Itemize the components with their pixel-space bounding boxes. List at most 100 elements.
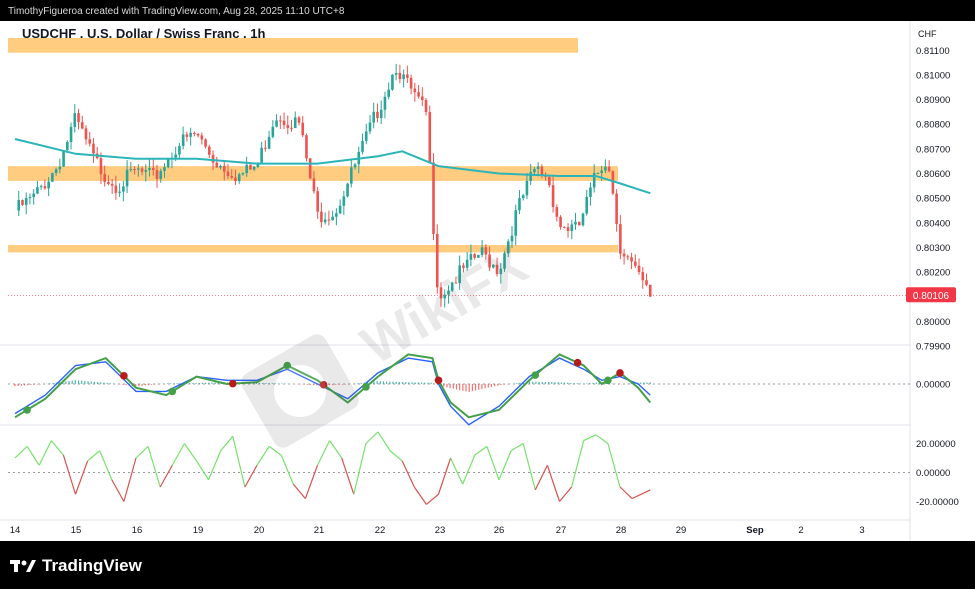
bull-cross-marker	[604, 376, 612, 385]
watermark-text: WikiFX	[352, 235, 537, 377]
oscillator-segment	[256, 446, 270, 466]
candle	[252, 166, 256, 170]
candle	[398, 72, 402, 80]
candle	[204, 139, 207, 147]
candle	[533, 168, 536, 173]
price-tick-label: 0.80900	[916, 95, 950, 106]
candle	[163, 167, 166, 172]
price-tick-label: 0.80800	[916, 120, 950, 131]
candle	[559, 216, 562, 228]
x-tick-label: 3	[859, 525, 864, 536]
tradingview-logo-icon	[10, 560, 36, 572]
price-tick-label: 0.80000	[916, 317, 950, 328]
candle	[196, 134, 200, 136]
candle	[316, 191, 319, 212]
candle	[275, 120, 278, 127]
macd-pane: 0.00000	[8, 353, 950, 426]
osc-tick-label: 20.00000	[916, 439, 956, 450]
osc-tick-label: -20.00000	[916, 497, 959, 508]
candle	[264, 147, 267, 149]
candle	[641, 272, 645, 281]
candle	[376, 111, 379, 119]
candle	[159, 171, 163, 179]
oscillator-segment	[99, 450, 113, 480]
oscillator-segment	[595, 434, 609, 444]
candle	[364, 131, 368, 141]
oscillator-segment	[571, 440, 585, 488]
chart-title: USDCHF . U.S. Dollar / Swiss Franc . 1h	[22, 26, 266, 41]
candle	[346, 183, 349, 197]
price-tick-label: 0.79900	[916, 342, 950, 353]
oscillator-segment	[220, 435, 234, 452]
candle	[428, 112, 432, 163]
candle	[28, 197, 32, 199]
candle	[566, 227, 570, 232]
candle	[525, 180, 529, 196]
x-tick-label: 14	[10, 525, 21, 536]
candle	[540, 166, 544, 175]
x-tick-label: Sep	[746, 525, 764, 536]
price-tick-label: 0.80400	[916, 218, 950, 229]
candle	[402, 74, 405, 80]
candle	[178, 145, 181, 155]
candle	[267, 136, 271, 149]
candle	[413, 88, 417, 93]
candle	[122, 186, 125, 192]
candle	[73, 113, 77, 127]
oscillator-segment	[341, 457, 355, 495]
candle	[555, 207, 559, 217]
oscillator-segment	[268, 445, 282, 456]
candle	[383, 96, 387, 110]
candle	[189, 132, 192, 137]
candle	[208, 146, 211, 155]
candle	[193, 132, 196, 135]
bull-cross-marker	[23, 406, 31, 414]
candle	[241, 173, 245, 175]
candle	[137, 168, 140, 170]
x-tick-label: 21	[314, 525, 325, 536]
candle	[103, 174, 106, 182]
price-tick-label: 0.80200	[916, 268, 950, 279]
oscillator-segment	[26, 446, 40, 466]
chart-area[interactable]: 0.00000 20.00000 0.00000 -20.00000 WikiFX …	[0, 21, 975, 541]
oscillator-segment	[74, 460, 89, 495]
tradingview-brand[interactable]: TradingView	[10, 556, 142, 576]
candle	[226, 171, 230, 177]
bear-cross-marker	[229, 379, 237, 388]
candle	[286, 125, 290, 128]
candle	[577, 221, 581, 226]
candle	[432, 162, 435, 234]
resistance-zones	[8, 37, 618, 253]
candle	[155, 170, 159, 179]
price-tick-label: 0.80600	[916, 169, 950, 180]
candle	[305, 135, 308, 159]
oscillator-segment	[280, 454, 294, 485]
chart-svg[interactable]: 0.00000 20.000000.00000-20.00000 WikiFX …	[0, 21, 975, 541]
oscillator-segment	[87, 450, 101, 462]
oscillator-segment	[583, 434, 597, 442]
candle	[323, 219, 327, 223]
candle	[600, 170, 603, 173]
candle	[626, 256, 630, 258]
x-tick-label: 28	[616, 525, 627, 536]
candle	[166, 158, 170, 168]
candle	[379, 109, 383, 119]
candle	[574, 221, 577, 225]
candle	[353, 164, 357, 168]
candle	[58, 166, 62, 170]
candle	[185, 134, 189, 137]
oscillator-segment	[365, 431, 379, 444]
oscillator-segment	[292, 483, 306, 499]
candle	[634, 261, 637, 266]
currency-label: CHF	[918, 29, 937, 39]
candle	[234, 177, 237, 182]
oscillator-segment	[534, 464, 548, 491]
bear-cross-marker	[616, 369, 624, 377]
candle	[338, 205, 342, 214]
oscillator-segment	[401, 460, 415, 488]
candle	[260, 147, 263, 163]
candle	[394, 72, 398, 75]
oscillator-segment	[474, 445, 488, 456]
oscillator-segment	[462, 454, 476, 485]
bear-cross-marker	[120, 372, 128, 380]
